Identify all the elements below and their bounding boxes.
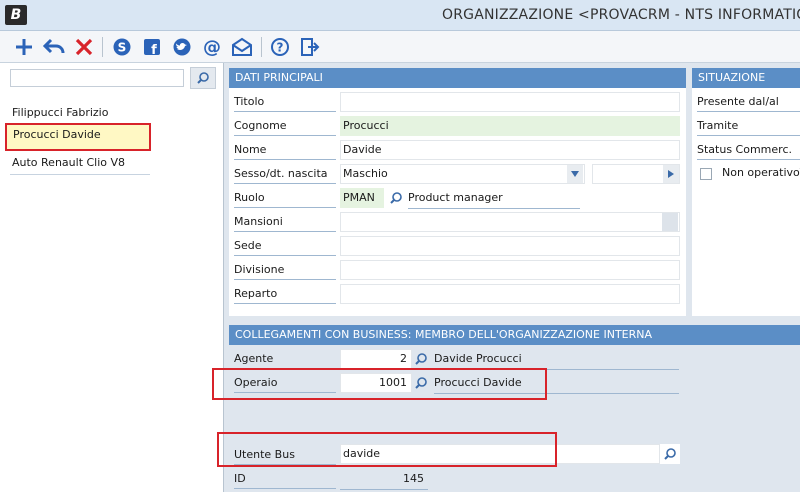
- search-icon: [197, 72, 209, 84]
- agente-field[interactable]: 2: [340, 349, 412, 369]
- situazione-header: SITUAZIONE: [692, 68, 800, 88]
- list-item[interactable]: Auto Renault Clio V8: [10, 151, 150, 175]
- help-icon[interactable]: ?: [268, 35, 292, 59]
- utente-bus-lookup-button[interactable]: [660, 444, 680, 464]
- cognome-label: Cognome: [234, 116, 336, 136]
- twitter-icon[interactable]: [170, 35, 194, 59]
- non-operativo-checkbox[interactable]: [700, 168, 712, 180]
- undo-icon[interactable]: [42, 35, 66, 59]
- delete-icon[interactable]: [72, 35, 96, 59]
- sesso-dropdown-button[interactable]: [567, 165, 583, 183]
- titolo-field[interactable]: [340, 92, 680, 112]
- agente-name: Davide Procucci: [434, 349, 679, 370]
- status-commerc-label: Status Commerc.: [697, 140, 800, 160]
- title-bar: B ORGANIZZAZIONE <PROVACRM - NTS INFORMA…: [0, 0, 800, 31]
- list-item-selected[interactable]: Procucci Davide: [5, 123, 151, 151]
- sede-field[interactable]: [340, 236, 680, 256]
- app-logo: B: [5, 5, 27, 25]
- ruolo-lookup-icon[interactable]: [389, 191, 403, 205]
- reparto-label: Reparto: [234, 284, 336, 304]
- non-operativo-label: Non operativo\C: [722, 166, 800, 179]
- divisione-label: Divisione: [234, 260, 336, 280]
- email-at-icon[interactable]: @: [200, 35, 224, 59]
- facebook-icon[interactable]: f: [140, 35, 164, 59]
- chevron-right-icon: [668, 170, 674, 178]
- skype-icon[interactable]: S: [110, 35, 134, 59]
- svg-text:?: ?: [277, 41, 284, 55]
- collegamenti-header: COLLEGAMENTI CON BUSINESS: MEMBRO DELL'O…: [229, 325, 800, 345]
- main-data-header: DATI PRINCIPALI: [229, 68, 686, 88]
- toolbar: S f @ ?: [0, 31, 800, 63]
- mansioni-button[interactable]: [662, 213, 678, 231]
- agente-label: Agente: [234, 349, 336, 369]
- presente-label: Presente dal/al: [697, 92, 800, 112]
- svg-text:@: @: [203, 37, 221, 57]
- nome-field[interactable]: Davide: [340, 140, 680, 160]
- record-list-panel: Filippucci Fabrizio Procucci Davide Auto…: [0, 63, 224, 492]
- chevron-down-icon: [571, 171, 579, 177]
- titolo-label: Titolo: [234, 92, 336, 112]
- toolbar-separator: [102, 37, 103, 57]
- cognome-field[interactable]: Procucci: [340, 116, 680, 136]
- mansioni-label: Mansioni: [234, 212, 336, 232]
- list-item[interactable]: Filippucci Fabrizio: [10, 101, 150, 125]
- sesso-select[interactable]: Maschio: [340, 164, 585, 184]
- main-data-panel: DATI PRINCIPALI Titolo Cognome Procucci …: [229, 68, 686, 316]
- id-label: ID: [234, 469, 336, 489]
- ruolo-description: Product manager: [408, 188, 580, 209]
- add-icon[interactable]: [12, 35, 36, 59]
- id-value: 145: [340, 469, 428, 490]
- divisione-field[interactable]: [340, 260, 680, 280]
- situazione-panel: SITUAZIONE Presente dal/al Tramite Statu…: [692, 68, 800, 316]
- nome-label: Nome: [234, 140, 336, 160]
- window-title: ORGANIZZAZIONE <PROVACRM - NTS INFORMATI…: [442, 7, 800, 23]
- sesso-label: Sesso/dt. nascita: [234, 164, 336, 184]
- ruolo-label: Ruolo: [234, 188, 336, 208]
- operaio-highlight: [212, 368, 547, 400]
- search-input[interactable]: [10, 69, 184, 87]
- sede-label: Sede: [234, 236, 336, 256]
- reparto-field[interactable]: [340, 284, 680, 304]
- mail-open-icon[interactable]: [230, 35, 254, 59]
- search-button[interactable]: [190, 67, 216, 89]
- exit-icon[interactable]: [298, 35, 322, 59]
- utente-bus-highlight: [217, 432, 557, 467]
- agente-lookup-icon[interactable]: [414, 352, 428, 366]
- birth-date-picker-button[interactable]: [663, 165, 679, 183]
- tramite-label: Tramite: [697, 116, 800, 136]
- ruolo-code-field[interactable]: PMAN: [340, 188, 384, 208]
- toolbar-separator: [261, 37, 262, 57]
- mansioni-field[interactable]: [340, 212, 680, 232]
- utente-bus-lookup-icon: [664, 448, 676, 460]
- svg-text:f: f: [151, 43, 157, 57]
- svg-text:S: S: [118, 41, 127, 55]
